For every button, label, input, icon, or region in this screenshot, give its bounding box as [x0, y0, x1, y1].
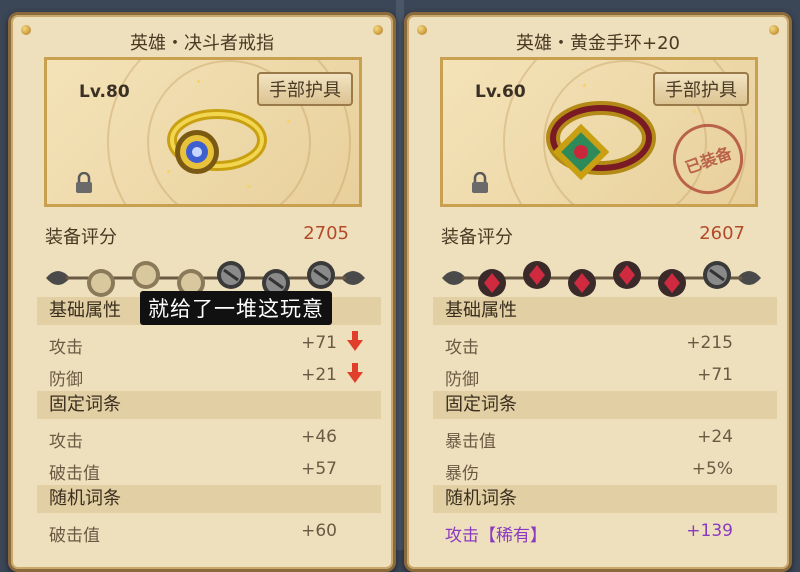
equipment-card-equipped: 英雄・黄金手环+20 Lv.60 手部护具 已装备 装备评分 2607 基础属性… [404, 12, 792, 572]
score-label: 装备评分 [441, 227, 513, 248]
locked-socket-icon [703, 261, 731, 289]
stat-row: 攻击 +215 [445, 333, 733, 358]
slot-tag: 手部护具 [257, 72, 353, 106]
item-portrait[interactable]: Lv.80 手部护具 [44, 57, 362, 207]
equipment-score: 装备评分 2607 [441, 223, 755, 249]
video-caption: 就给了一堆这玩意 [140, 291, 332, 325]
section-base-stats: 基础属性 [433, 297, 777, 325]
ruby-socket-icon [658, 269, 686, 297]
section-fixed-affixes: 固定词条 [37, 391, 381, 419]
score-value: 2705 [303, 223, 349, 244]
item-title: 英雄・黄金手环+20 [516, 33, 680, 54]
lock-icon[interactable] [75, 172, 93, 194]
stat-row-rare: 攻击【稀有】 +139 [445, 521, 733, 546]
down-arrow-icon [347, 331, 363, 351]
stat-row: 防御 +71 [445, 365, 733, 390]
background-divider [396, 0, 404, 550]
ruby-socket-icon [613, 261, 641, 289]
item-portrait[interactable]: Lv.60 手部护具 已装备 [440, 57, 758, 207]
stat-row: 防御 +21 [49, 363, 363, 390]
stat-row: 破击值 +60 [49, 521, 337, 546]
lock-icon[interactable] [471, 172, 489, 194]
socket-icon [132, 261, 160, 289]
section-random-affixes: 随机词条 [433, 485, 777, 513]
ruby-socket-icon [478, 269, 506, 297]
item-title: 英雄・决斗者戒指 [130, 33, 274, 54]
slot-tag: 手部护具 [653, 72, 749, 106]
bracelet-icon [546, 101, 656, 181]
equipment-score: 装备评分 2705 [45, 223, 359, 249]
stat-row: 暴击值 +24 [445, 427, 733, 452]
score-label: 装备评分 [45, 227, 117, 248]
ruby-socket-icon [523, 261, 551, 289]
socket-row [442, 261, 761, 297]
item-level: Lv.60 [475, 82, 526, 102]
stat-row: 暴伤 +5% [445, 459, 733, 484]
locked-socket-icon [217, 261, 245, 289]
stat-row: 攻击 +46 [49, 427, 337, 452]
locked-socket-icon [307, 261, 335, 289]
score-value: 2607 [699, 223, 745, 244]
section-fixed-affixes: 固定词条 [433, 391, 777, 419]
ruby-socket-icon [568, 269, 596, 297]
stat-row: 攻击 +71 [49, 331, 363, 358]
socket-icon [87, 269, 115, 297]
item-level: Lv.80 [79, 82, 130, 102]
section-random-affixes: 随机词条 [37, 485, 381, 513]
stat-row: 破击值 +57 [49, 459, 337, 484]
down-arrow-icon [347, 363, 363, 383]
ring-icon [167, 109, 267, 174]
